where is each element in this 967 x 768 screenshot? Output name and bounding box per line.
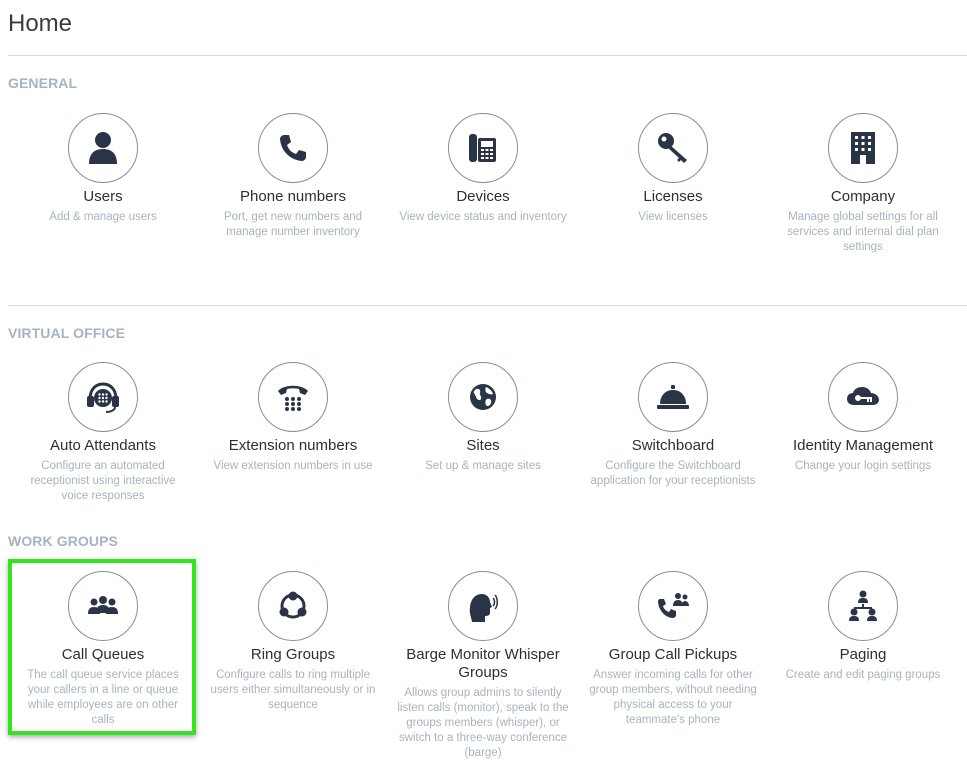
- page-title: Home: [8, 10, 73, 37]
- tile-description: Allows group admins to silently listen c…: [397, 687, 569, 759]
- tile-description: Port, get new numbers and manage number …: [223, 211, 363, 238]
- building-icon: [828, 113, 898, 183]
- desk-phone-icon: [448, 113, 518, 183]
- tile-devices[interactable]: Devices View device status and inventory: [388, 113, 578, 225]
- tile-description: View extension numbers in use: [213, 460, 373, 472]
- section-title-general: GENERAL: [8, 75, 78, 91]
- tile-group-call-pickups[interactable]: Group Call Pickups Answer incoming calls…: [578, 571, 768, 728]
- user-icon: [68, 113, 138, 183]
- tile-users[interactable]: Users Add & manage users: [8, 113, 198, 225]
- tile-title: Ring Groups: [250, 646, 336, 663]
- speaking-head-icon: [448, 571, 518, 641]
- tile-extension-numbers[interactable]: Extension numbers View extension numbers…: [198, 362, 388, 474]
- ring-group-icon: [258, 571, 328, 641]
- tile-title: Group Call Pickups: [608, 646, 738, 663]
- dialpad-phone-icon: [258, 362, 328, 432]
- tile-paging[interactable]: Paging Create and edit paging groups: [768, 571, 958, 683]
- tile-identity-management[interactable]: Identity Management Change your login se…: [768, 362, 958, 474]
- tile-title: Identity Management: [792, 437, 934, 454]
- tile-title: Users: [83, 188, 123, 205]
- tile-company[interactable]: Company Manage global settings for all s…: [768, 113, 958, 255]
- tile-title: Barge Monitor Whisper Groups: [406, 646, 560, 681]
- tile-title: Company: [830, 188, 896, 205]
- tile-title: Phone numbers: [240, 188, 346, 205]
- tile-description: View device status and inventory: [399, 211, 567, 223]
- cloud-key-icon: [828, 362, 898, 432]
- tile-title: Paging: [839, 646, 887, 663]
- tile-description: Configure calls to ring multiple users e…: [210, 669, 376, 711]
- tile-title: Extension numbers: [228, 437, 358, 454]
- tile-description: Manage global settings for all services …: [787, 211, 939, 253]
- section-title-virtual-office: VIRTUAL OFFICE: [8, 325, 126, 341]
- globe-icon: [448, 362, 518, 432]
- tile-description: Answer incoming calls for other group me…: [589, 669, 757, 726]
- tile-description: Add & manage users: [49, 211, 157, 223]
- tile-ring-groups[interactable]: Ring Groups Configure calls to ring mult…: [198, 571, 388, 713]
- tile-auto-attendants[interactable]: Auto Attendants Configure an automated r…: [8, 362, 198, 504]
- tile-description: Configure the Switchboard application fo…: [590, 460, 756, 487]
- tile-description: Configure an automated receptionist usin…: [30, 460, 176, 502]
- tile-title: Switchboard: [631, 437, 715, 454]
- tile-sites[interactable]: Sites Set up & manage sites: [388, 362, 578, 474]
- bell-icon: [638, 362, 708, 432]
- tile-title: Devices: [456, 188, 510, 205]
- phone-people-icon: [638, 571, 708, 641]
- tile-description: Create and edit paging groups: [785, 669, 941, 681]
- tile-description: Set up & manage sites: [425, 460, 541, 472]
- section-title-work-groups: WORK GROUPS: [8, 533, 118, 549]
- tile-barge-monitor-whisper-groups[interactable]: Barge Monitor Whisper Groups Allows grou…: [388, 571, 578, 761]
- hierarchy-icon: [828, 571, 898, 641]
- tile-switchboard[interactable]: Switchboard Configure the Switchboard ap…: [578, 362, 768, 489]
- selection-highlight: [8, 559, 196, 735]
- tile-title: Auto Attendants: [50, 437, 156, 454]
- headset-icon: [68, 362, 138, 432]
- section-divider: [8, 305, 967, 306]
- tile-description: Change your login settings: [794, 460, 932, 472]
- tile-description: View licenses: [638, 211, 708, 223]
- tile-title: Licenses: [643, 188, 703, 205]
- tile-phone-numbers[interactable]: Phone numbers Port, get new numbers and …: [198, 113, 388, 240]
- header-divider: [8, 55, 967, 56]
- tile-licenses[interactable]: Licenses View licenses: [578, 113, 768, 225]
- tile-title: Sites: [466, 437, 500, 454]
- key-icon: [638, 113, 708, 183]
- phone-icon: [258, 113, 328, 183]
